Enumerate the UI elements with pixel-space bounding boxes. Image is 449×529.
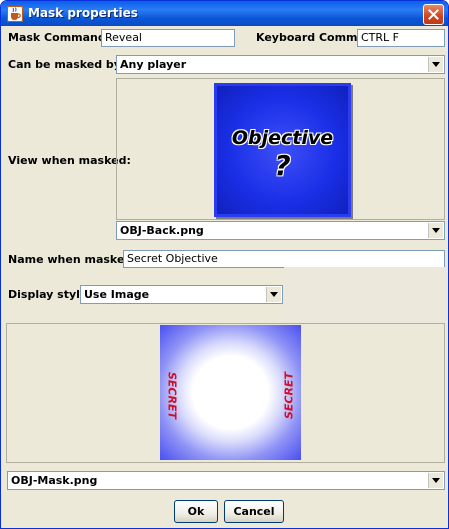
view-image-file: OBJ-Back.png: [120, 224, 204, 237]
display-style-empty-area: [284, 267, 445, 323]
masked-by-label: Can be masked by:: [8, 58, 126, 71]
masked-by-select[interactable]: Any player: [116, 55, 445, 74]
objective-image: Objective ?: [214, 83, 351, 217]
view-image-select[interactable]: OBJ-Back.png: [116, 221, 445, 240]
display-style-select[interactable]: Use Image: [80, 285, 283, 304]
view-image-panel: Objective ?: [116, 78, 445, 220]
mask-properties-window: Mask properties Mask Command: Reveal Key…: [0, 0, 449, 529]
ok-button[interactable]: Ok: [174, 500, 218, 523]
view-when-masked-label: View when masked:: [8, 154, 131, 167]
cancel-button[interactable]: Cancel: [224, 500, 284, 523]
mask-command-label: Mask Command:: [8, 31, 111, 44]
objective-image-question: ?: [274, 149, 291, 182]
objective-image-caption: Objective: [231, 127, 334, 149]
window-title: Mask properties: [28, 6, 138, 20]
keyboard-command-input[interactable]: CTRL F: [357, 29, 445, 47]
chevron-down-icon[interactable]: [428, 57, 443, 72]
mask-command-input[interactable]: Reveal: [101, 29, 235, 47]
mask-image-panel: SECRET SECRET: [6, 323, 445, 463]
chevron-down-icon[interactable]: [266, 287, 281, 302]
title-bar[interactable]: Mask properties: [1, 1, 448, 26]
mask-image: SECRET SECRET: [160, 325, 301, 460]
close-icon: [428, 9, 439, 20]
name-when-masked-label: Name when masked:: [8, 253, 137, 266]
name-when-masked-input[interactable]: Secret Objective: [123, 250, 445, 268]
mask-label-right: SECRET: [282, 372, 296, 419]
masked-by-value: Any player: [120, 58, 187, 71]
dialog-content: Mask Command: Reveal Keyboard Command: C…: [4, 26, 445, 526]
java-cup-icon: [7, 6, 23, 22]
mask-label-left: SECRET: [165, 372, 179, 419]
chevron-down-icon[interactable]: [428, 223, 443, 238]
mask-image-file: OBJ-Mask.png: [11, 474, 98, 487]
mask-image-select[interactable]: OBJ-Mask.png: [7, 471, 445, 490]
display-style-value: Use Image: [84, 288, 150, 301]
close-button[interactable]: [423, 4, 444, 25]
chevron-down-icon[interactable]: [428, 473, 443, 488]
